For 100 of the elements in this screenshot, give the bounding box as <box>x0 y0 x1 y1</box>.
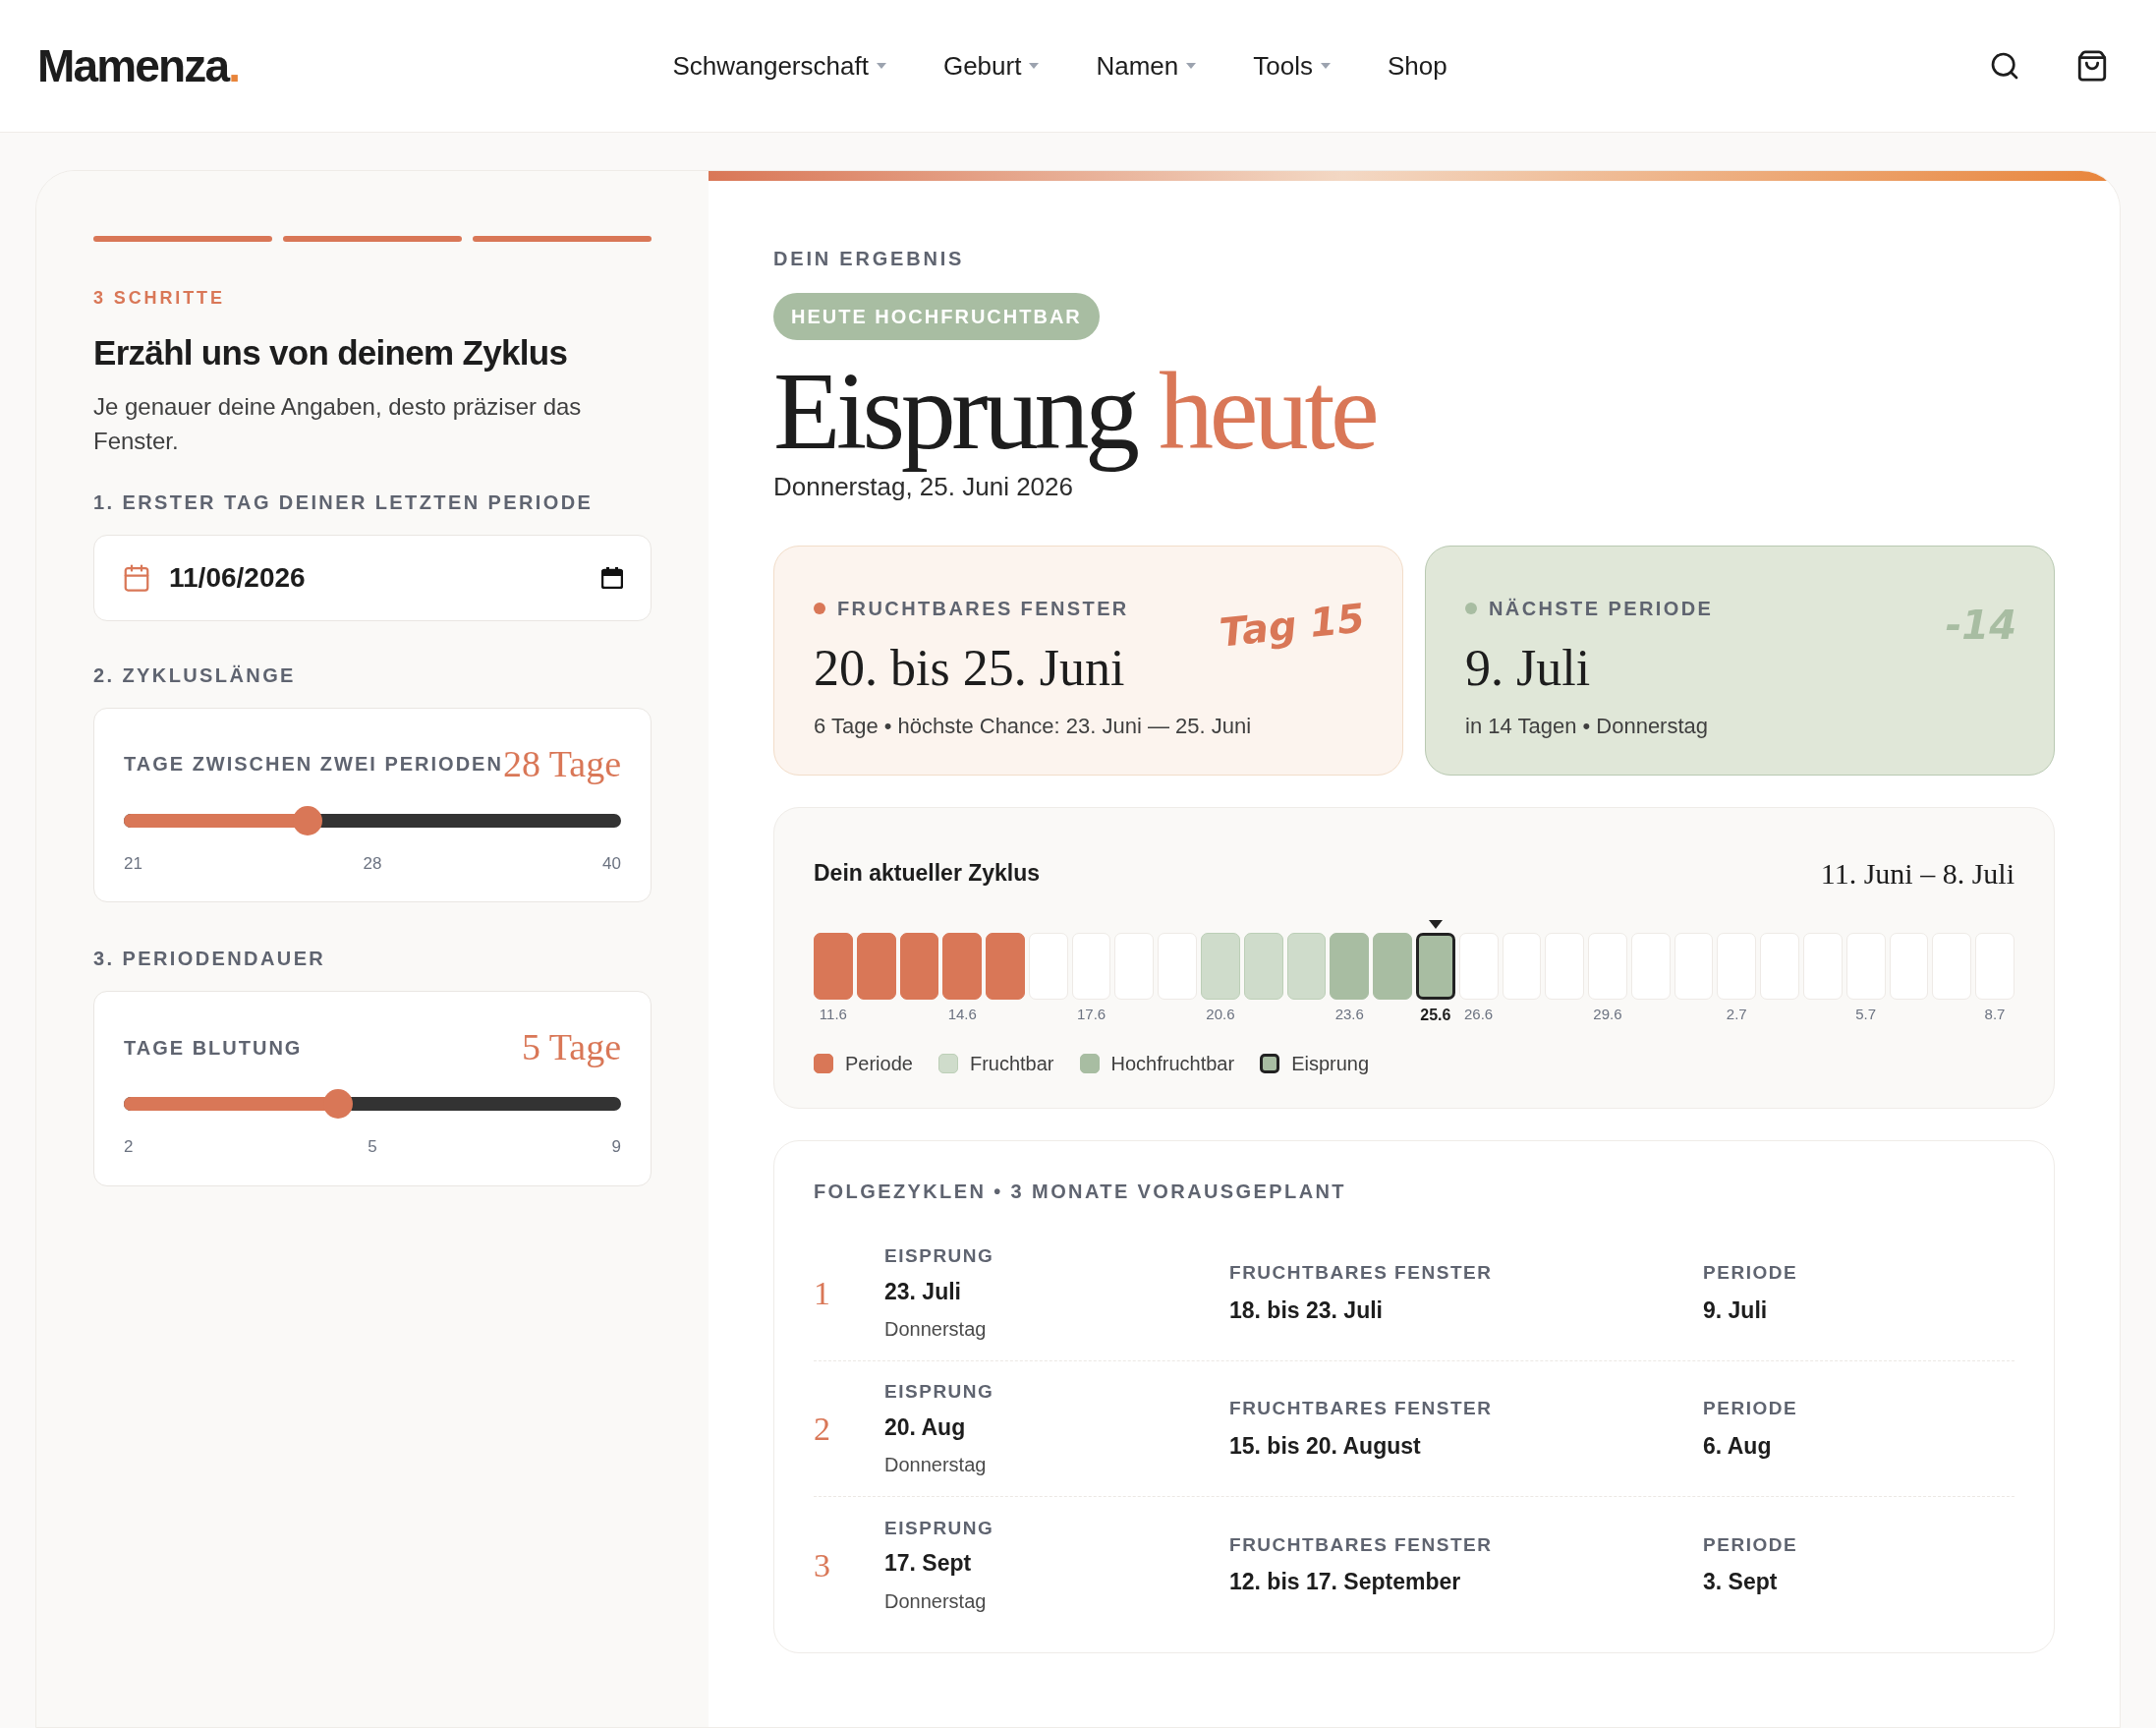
column-label: FRUCHTBARES FENSTER <box>1229 1261 1494 1285</box>
ovulation-date: 23. Juli <box>884 1277 962 1306</box>
day-cell <box>1415 933 1455 1000</box>
card-label: FRUCHTBARES FENSTER <box>837 597 1129 621</box>
weekday: Donnerstag <box>884 1317 988 1342</box>
day-label: 29.6 <box>1593 1005 1622 1023</box>
day-cell <box>1071 933 1111 1000</box>
range-slider[interactable] <box>124 1089 621 1119</box>
card-label: NÄCHSTE PERIODE <box>1489 597 1714 621</box>
form-title: Erzähl uns von deinem Zyklus <box>93 332 569 374</box>
day-cell <box>1717 933 1757 1000</box>
day-label: 20.6 <box>1206 1005 1235 1023</box>
day-cell <box>1028 933 1068 1000</box>
day-cell <box>1114 933 1155 1000</box>
status-badge: HEUTE HOCHFRUCHTBAR <box>773 293 1100 340</box>
field-label: 2. ZYKLUSLÄNGE <box>93 662 297 688</box>
column-label: PERIODE <box>1703 1261 1798 1285</box>
day-cell <box>1545 933 1585 1000</box>
card-detail: in 14 Tagen • Donnerstag <box>1465 713 1710 740</box>
legend-label: Eisprung <box>1291 1052 1370 1076</box>
day-cell <box>1889 933 1929 1000</box>
day-cell <box>1932 933 1972 1000</box>
tick-label: 2 <box>124 1136 134 1158</box>
period-date: 6. Aug <box>1703 1431 1773 1461</box>
legend-swatch <box>937 1054 958 1073</box>
day-cell <box>814 933 853 1000</box>
day-cell <box>1760 933 1799 1000</box>
day-cell <box>942 933 983 1000</box>
weekday: Donnerstag <box>884 1588 988 1614</box>
window-dates: 12. bis 17. September <box>1229 1568 1462 1596</box>
day-cell <box>1158 933 1198 1000</box>
step-count: 3 SCHRITTE <box>93 287 226 310</box>
shopping-bag-icon[interactable] <box>2075 49 2109 83</box>
column-label: PERIODE <box>1703 1532 1798 1557</box>
card-value: 20. bis 25. Juni <box>814 639 1126 698</box>
slider-thumb[interactable] <box>322 1089 353 1119</box>
search-icon[interactable] <box>1989 50 2020 82</box>
tick-label: 28 <box>363 852 382 875</box>
day-cell <box>1975 933 2014 1000</box>
nav-link[interactable]: Schwangerschaft <box>672 46 886 86</box>
cycle-title: Dein aktueller Zyklus <box>814 859 1041 889</box>
day-cell <box>1502 933 1542 1000</box>
tick-label: 5 <box>368 1136 377 1158</box>
result-eyebrow: DEIN ERGEBNIS <box>773 247 966 271</box>
column-label: EISPRUNG <box>884 1244 995 1268</box>
column-label: FRUCHTBARES FENSTER <box>1229 1397 1494 1420</box>
day-label: 23.6 <box>1334 1005 1364 1023</box>
slider-value: 28 Tage <box>502 741 621 786</box>
slider-value: 5 Tage <box>521 1025 621 1069</box>
ovulation-date: 17. Sept <box>884 1549 973 1578</box>
cycle-number: 3 <box>814 1545 831 1585</box>
window-dates: 18. bis 23. Juli <box>1229 1296 1384 1325</box>
day-cell <box>1674 933 1714 1000</box>
nav-link[interactable]: Namen <box>1096 46 1197 86</box>
column-label: EISPRUNG <box>884 1380 995 1404</box>
day-label: 2.7 <box>1726 1005 1747 1023</box>
ovulation-date: 20. Aug <box>884 1412 967 1442</box>
day-label: 5.7 <box>1855 1005 1877 1023</box>
form-subtitle: Je genauer deine Angaben, desto präziser das Fenster. <box>93 391 583 456</box>
section-title: FOLGEZYKLEN • 3 MONATE VORAUSGEPLANT <box>814 1180 1347 1204</box>
card-detail: 6 Tage • höchste Chance: 23. Juni — 25. Juni <box>814 713 1253 740</box>
nav-link[interactable]: Tools <box>1253 46 1331 86</box>
tick-label: 9 <box>611 1136 621 1158</box>
day-cell <box>1330 933 1370 1000</box>
day-cell <box>1286 933 1327 1000</box>
tick-label: 21 <box>124 852 142 875</box>
card-value: 9. Juli <box>1465 639 1592 698</box>
legend-label: Fruchtbar <box>969 1052 1054 1076</box>
range-slider[interactable] <box>124 805 621 835</box>
day-label: 14.6 <box>947 1005 977 1023</box>
calendar-picker-icon[interactable] <box>601 566 623 589</box>
period-date: 3. Sept <box>1703 1568 1779 1596</box>
day-cell <box>1373 933 1412 1000</box>
nav-link[interactable]: Geburt <box>942 46 1040 86</box>
day-label: 8.7 <box>1984 1005 2006 1023</box>
day-cell <box>986 933 1025 1000</box>
logo[interactable]: Mamenza. <box>37 43 240 88</box>
weekday: Donnerstag <box>884 1453 988 1477</box>
nav-link[interactable]: Shop <box>1387 46 1447 86</box>
legend-swatch <box>814 1054 833 1073</box>
cycle-range: 11. Juni – 8. Juli <box>1820 856 2014 892</box>
day-cell <box>1458 933 1499 1000</box>
cycle-number: 1 <box>814 1274 831 1313</box>
cycle-number: 2 <box>814 1410 831 1449</box>
field-label: 3. PERIODENDAUER <box>93 947 327 971</box>
tick-label: 40 <box>602 852 621 875</box>
legend-label: Hochfruchtbar <box>1110 1052 1235 1076</box>
day-cell <box>1630 933 1671 1000</box>
field-label: 1. ERSTER TAG DEINER LETZTEN PERIODE <box>93 490 595 515</box>
day-label: 25.6 <box>1420 1006 1451 1023</box>
day-label: 17.6 <box>1076 1005 1106 1023</box>
column-label: EISPRUNG <box>884 1516 995 1540</box>
legend-swatch <box>1079 1054 1100 1073</box>
date-field[interactable]: 11/06/2026 <box>93 534 652 621</box>
day-cell <box>899 933 939 1000</box>
day-cell <box>1802 933 1843 1000</box>
day-cell <box>1201 933 1240 1000</box>
day-label: 26.6 <box>1464 1005 1494 1023</box>
slider-thumb[interactable] <box>293 805 323 835</box>
day-cell <box>1845 933 1886 1000</box>
